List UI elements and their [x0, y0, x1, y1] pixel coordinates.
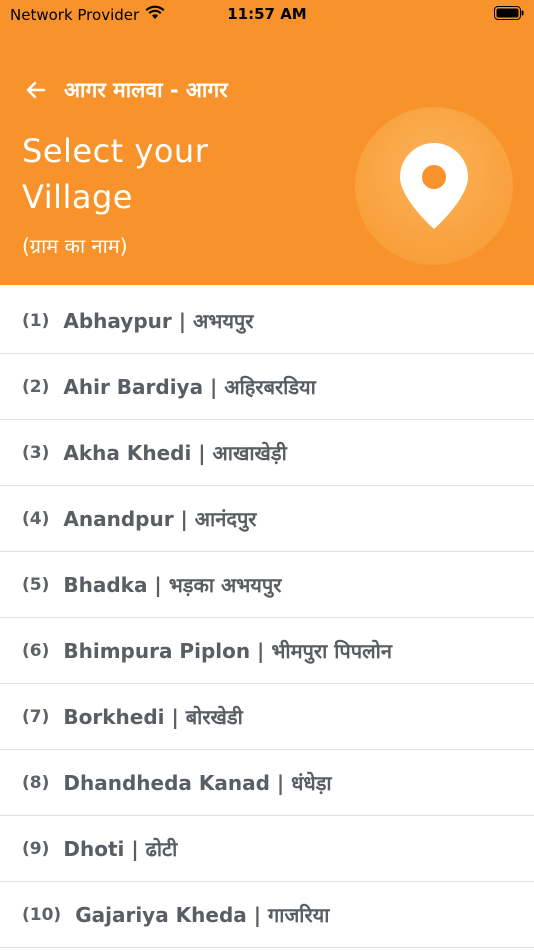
- village-number: (2): [22, 376, 50, 397]
- location-pin-icon: [400, 143, 468, 229]
- village-list-item[interactable]: (7) Borkhedi | बोरखेडी: [0, 684, 534, 750]
- headline-line-2: Village: [22, 178, 133, 216]
- village-list: (1) Abhaypur | अभयपुर (2) Ahir Bardiya | अह…: [0, 288, 534, 948]
- clock: 11:57 AM: [227, 5, 307, 23]
- village-list-item[interactable]: (8) Dhandheda Kanad | धंधेड़ा: [0, 750, 534, 816]
- village-name: Borkhedi | बोरखेडी: [63, 705, 243, 729]
- battery-icon: [494, 6, 524, 24]
- headline-line-1: Select your: [22, 132, 209, 170]
- back-button[interactable]: [22, 76, 50, 104]
- village-list-item[interactable]: (6) Bhimpura Piplon | भीमपुरा पिपलोन: [0, 618, 534, 684]
- village-name: Ahir Bardiya | अहिरबरडिया: [63, 375, 316, 399]
- village-number: (6): [22, 640, 50, 661]
- village-list-item[interactable]: (1) Abhaypur | अभयपुर: [0, 288, 534, 354]
- village-number: (5): [22, 574, 50, 595]
- village-number: (1): [22, 310, 50, 331]
- header: Network Provider 11:57 AM आगर मालवा - आग…: [0, 0, 534, 285]
- village-list-item[interactable]: (3) Akha Khedi | आखाखेड़ी: [0, 420, 534, 486]
- village-list-item[interactable]: (10) Gajariya Kheda | गाजरिया: [0, 882, 534, 948]
- village-list-item[interactable]: (4) Anandpur | आनंदपुर: [0, 486, 534, 552]
- page-title: आगर मालवा - आगर: [64, 78, 228, 102]
- village-name: Bhadka | भड़का अभयपुर: [63, 573, 282, 597]
- village-number: (4): [22, 508, 50, 529]
- village-name: Abhaypur | अभयपुर: [63, 309, 254, 333]
- village-number: (8): [22, 772, 50, 793]
- village-list-item[interactable]: (5) Bhadka | भड़का अभयपुर: [0, 552, 534, 618]
- village-name: Anandpur | आनंदपुर: [63, 507, 257, 531]
- village-name: Akha Khedi | आखाखेड़ी: [63, 441, 287, 465]
- village-list-item[interactable]: (2) Ahir Bardiya | अहिरबरडिया: [0, 354, 534, 420]
- headline: Select your Village: [22, 128, 322, 220]
- village-name: Dhoti | ढोटी: [63, 837, 178, 861]
- back-arrow-icon: [26, 81, 46, 99]
- village-name: Dhandheda Kanad | धंधेड़ा: [63, 771, 332, 795]
- village-number: (9): [22, 838, 50, 859]
- village-number: (7): [22, 706, 50, 727]
- village-name: Bhimpura Piplon | भीमपुरा पिपलोन: [63, 639, 392, 663]
- village-list-item[interactable]: (9) Dhoti | ढोटी: [0, 816, 534, 882]
- subtitle: (ग्राम का नाम): [22, 234, 128, 258]
- location-badge: [355, 107, 513, 265]
- village-number: (10): [22, 904, 62, 925]
- village-name: Gajariya Kheda | गाजरिया: [75, 903, 330, 927]
- status-bar: Network Provider 11:57 AM: [0, 0, 534, 30]
- app-bar: आगर मालवा - आगर: [22, 74, 228, 106]
- village-number: (3): [22, 442, 50, 463]
